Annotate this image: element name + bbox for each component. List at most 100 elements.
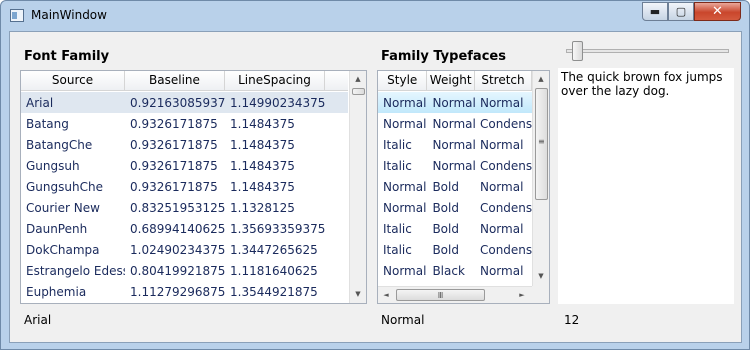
typefaces-vscrollbar[interactable]: ▲ ≡ ▼ xyxy=(532,71,549,286)
font-family-cell: 0.9326171875 xyxy=(130,158,218,173)
font-family-cell: BatangChe xyxy=(26,137,93,152)
main-window: MainWindow ▬ ▢ ✕ Font Family Source Basel… xyxy=(0,0,750,350)
typeface-cell: Normal xyxy=(479,179,524,194)
typeface-row[interactable]: Italic Normal Normal xyxy=(378,134,532,155)
status-size: 12 xyxy=(564,313,580,327)
typeface-cell: Bold xyxy=(432,179,459,194)
font-family-cell: 1.1484375 xyxy=(230,116,295,131)
typefaces-scroll-down-button[interactable]: ▼ xyxy=(533,270,549,282)
typeface-row[interactable]: Normal Black Normal xyxy=(378,260,532,281)
font-family-heading: Font Family xyxy=(24,49,110,64)
font-family-list[interactable]: Source Baseline LineSpacing Arial 0.9216308… xyxy=(20,70,367,304)
font-family-cell: 0.68994140625 xyxy=(130,221,225,236)
typeface-column-header[interactable]: Style xyxy=(378,71,428,90)
typefaces-hscrollbar[interactable]: ◄ Ⅲ ► xyxy=(378,286,532,303)
font-family-cell: 1.35693359375 xyxy=(230,221,325,236)
font-family-cell: Estrangelo Edessa xyxy=(26,263,125,278)
typefaces-scroll-thumb[interactable]: ≡ xyxy=(535,88,548,200)
grip-icon: ≡ xyxy=(538,137,545,146)
typeface-cell: Normal xyxy=(383,116,427,131)
font-family-header: Source Baseline LineSpacing xyxy=(21,71,348,91)
font-family-cell: 0.9326171875 xyxy=(130,179,218,194)
font-family-column-header[interactable]: LineSpacing xyxy=(225,71,325,90)
scroll-up-button[interactable]: ▲ xyxy=(350,73,366,85)
font-family-cell: 1.1484375 xyxy=(230,137,295,152)
typeface-cell: Normal xyxy=(432,116,475,131)
font-size-slider-track[interactable] xyxy=(566,49,729,53)
font-family-cell: DokChampa xyxy=(26,242,100,257)
typefaces-heading: Family Typefaces xyxy=(381,49,506,64)
font-family-cell: 1.11279296875 xyxy=(130,284,225,299)
typefaces-scroll-up-button[interactable]: ▲ xyxy=(533,73,549,85)
typeface-cell: Normal xyxy=(432,137,475,152)
title-bar[interactable]: MainWindow ▬ ▢ ✕ xyxy=(1,1,749,31)
font-family-row[interactable]: Euphemia 1.11279296875 1.3544921875 xyxy=(21,281,348,302)
typeface-cell: Normal xyxy=(479,137,524,152)
typeface-cell: Bold xyxy=(432,200,459,215)
client-area: Font Family Source Baseline LineSpacing Ar… xyxy=(9,31,742,343)
font-family-row[interactable]: GungsuhChe 0.9326171875 1.1484375 xyxy=(21,176,348,197)
font-family-cell: 1.1181640625 xyxy=(230,263,318,278)
typeface-cell: Normal xyxy=(479,95,524,110)
font-family-row[interactable]: Courier New 0.83251953125 1.1328125 xyxy=(21,197,348,218)
font-family-row[interactable]: Batang 0.9326171875 1.1484375 xyxy=(21,113,348,134)
scroll-thumb[interactable] xyxy=(352,88,365,95)
typeface-row[interactable]: Italic Bold Normal xyxy=(378,218,532,239)
font-family-cell: Batang xyxy=(26,116,69,131)
font-family-cell: Euphemia xyxy=(26,284,87,299)
scroll-left-button[interactable]: ◄ xyxy=(380,288,392,302)
font-family-cell: 0.921630859375 xyxy=(130,95,225,110)
typeface-cell: Normal xyxy=(432,95,475,110)
font-family-cell: 0.9326171875 xyxy=(130,137,218,152)
font-family-cell: 0.80419921875 xyxy=(130,263,225,278)
font-family-row[interactable]: Arial 0.921630859375 1.14990234375 xyxy=(21,92,348,113)
minimize-button[interactable]: ▬ xyxy=(642,2,668,21)
scroll-right-button[interactable]: ► xyxy=(516,288,528,302)
font-family-cell: 0.9326171875 xyxy=(130,116,218,131)
typeface-cell: Normal xyxy=(383,95,427,110)
font-family-column-header[interactable]: Baseline xyxy=(125,71,225,90)
typeface-column-header[interactable]: Stretch xyxy=(475,71,532,90)
typeface-cell: Italic xyxy=(383,242,412,257)
font-family-cell: 0.83251953125 xyxy=(130,200,225,215)
scroll-down-button[interactable]: ▼ xyxy=(350,288,366,300)
maximize-button[interactable]: ▢ xyxy=(668,2,694,21)
font-family-vscrollbar[interactable]: ▲ ▼ xyxy=(349,71,366,303)
typeface-cell: Normal xyxy=(432,158,475,173)
font-family-row[interactable]: DaunPenh 0.68994140625 1.35693359375 xyxy=(21,218,348,239)
typeface-row[interactable]: Normal Normal Condensed xyxy=(378,113,532,134)
font-family-cell: 1.1484375 xyxy=(230,179,295,194)
typeface-cell: Black xyxy=(432,263,465,278)
font-family-cell: 1.14990234375 xyxy=(230,95,325,110)
typefaces-list[interactable]: Style Weight Stretch Normal Normal Normal Nor… xyxy=(377,70,550,304)
typeface-row[interactable]: Normal Bold Normal xyxy=(378,176,532,197)
close-button[interactable]: ✕ xyxy=(694,2,741,21)
font-family-row[interactable]: BatangChe 0.9326171875 1.1484375 xyxy=(21,134,348,155)
typeface-row[interactable]: Italic Bold Condensed xyxy=(378,239,532,260)
typefaces-hscroll-thumb[interactable]: Ⅲ xyxy=(396,289,485,301)
font-family-row[interactable]: Gungsuh 0.9326171875 1.1484375 xyxy=(21,155,348,176)
typeface-row[interactable]: Normal Normal Normal xyxy=(378,92,532,113)
typeface-cell: Bold xyxy=(432,221,459,236)
status-style: Normal xyxy=(381,313,425,327)
typeface-row[interactable]: Normal Bold Condensed xyxy=(378,197,532,218)
font-family-cell: GungsuhChe xyxy=(26,179,103,194)
font-family-row[interactable]: DokChampa 1.02490234375 1.3447265625 xyxy=(21,239,348,260)
font-family-cell: Arial xyxy=(26,95,54,110)
typeface-cell: Italic xyxy=(383,158,412,173)
typefaces-header: Style Weight Stretch xyxy=(378,71,532,91)
typeface-cell: Italic xyxy=(383,137,412,152)
font-family-row[interactable]: Estrangelo Edessa 0.80419921875 1.11816406… xyxy=(21,260,348,281)
font-size-slider[interactable] xyxy=(572,41,584,61)
typeface-cell: Condensed xyxy=(479,200,532,215)
typeface-cell: Normal xyxy=(479,221,524,236)
typeface-row[interactable]: Italic Normal Condensed xyxy=(378,155,532,176)
status-family: Arial xyxy=(24,313,52,327)
font-family-column-header[interactable]: Source xyxy=(21,71,125,90)
typeface-cell: Condensed xyxy=(479,116,532,131)
preview-text: The quick brown fox jumps over the lazy … xyxy=(558,68,734,304)
typeface-column-header[interactable]: Weight xyxy=(427,71,475,90)
window-title: MainWindow xyxy=(31,8,107,22)
font-family-cell: 1.1328125 xyxy=(230,200,295,215)
font-family-cell: Courier New xyxy=(26,200,100,215)
